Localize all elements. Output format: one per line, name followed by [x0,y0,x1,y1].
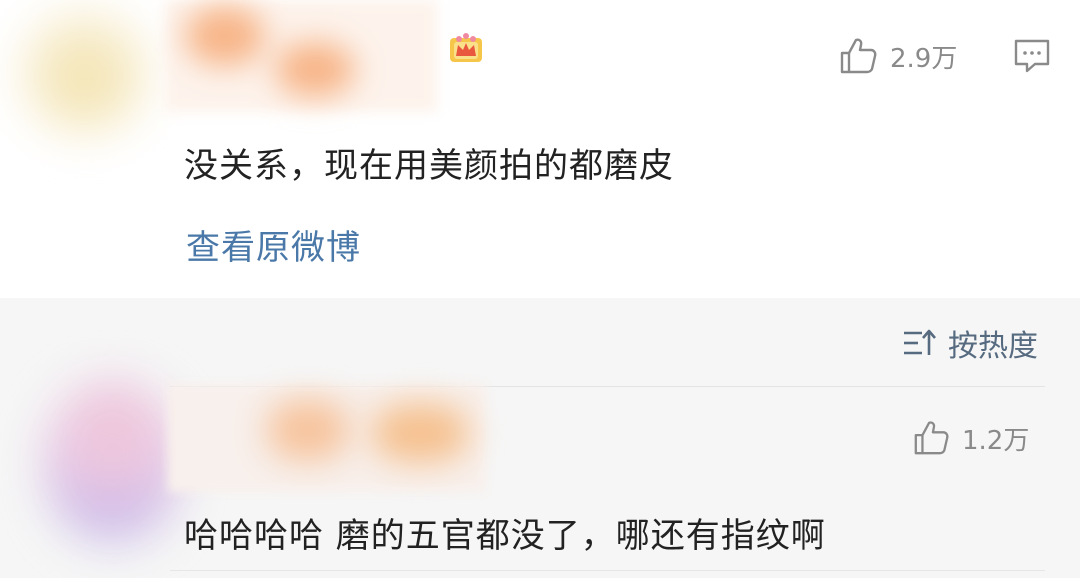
username-blurred[interactable] [168,384,486,492]
original-comment-card: 2.9万 没关系，现在用美颜拍的都磨皮 查看原微博 [0,0,1080,298]
comment-text: 没关系，现在用美颜拍的都磨皮 [184,146,674,186]
like-count: 1.2万 [962,425,1030,456]
like-button[interactable]: 1.2万 [912,418,1029,458]
sort-icon [904,329,936,355]
thumbs-up-icon [840,38,877,74]
comment-icon[interactable] [1013,38,1051,74]
avatar[interactable] [45,380,180,545]
avatar[interactable] [20,10,150,135]
sort-label: 按热度 [948,329,1038,364]
divider [170,570,1045,571]
thumbs-up-icon [914,421,949,455]
username-blurred[interactable] [165,0,437,112]
view-original-post-link[interactable]: 查看原微博 [186,220,361,269]
sort-by-popularity-button[interactable]: 按热度 [902,323,1038,364]
comment-text: 哈哈哈哈 磨的五官都没了，哪还有指纹啊 [184,516,826,556]
crown-badge-icon [450,33,482,62]
like-button[interactable]: 2.9万 [838,36,957,76]
like-count: 2.9万 [890,43,958,74]
